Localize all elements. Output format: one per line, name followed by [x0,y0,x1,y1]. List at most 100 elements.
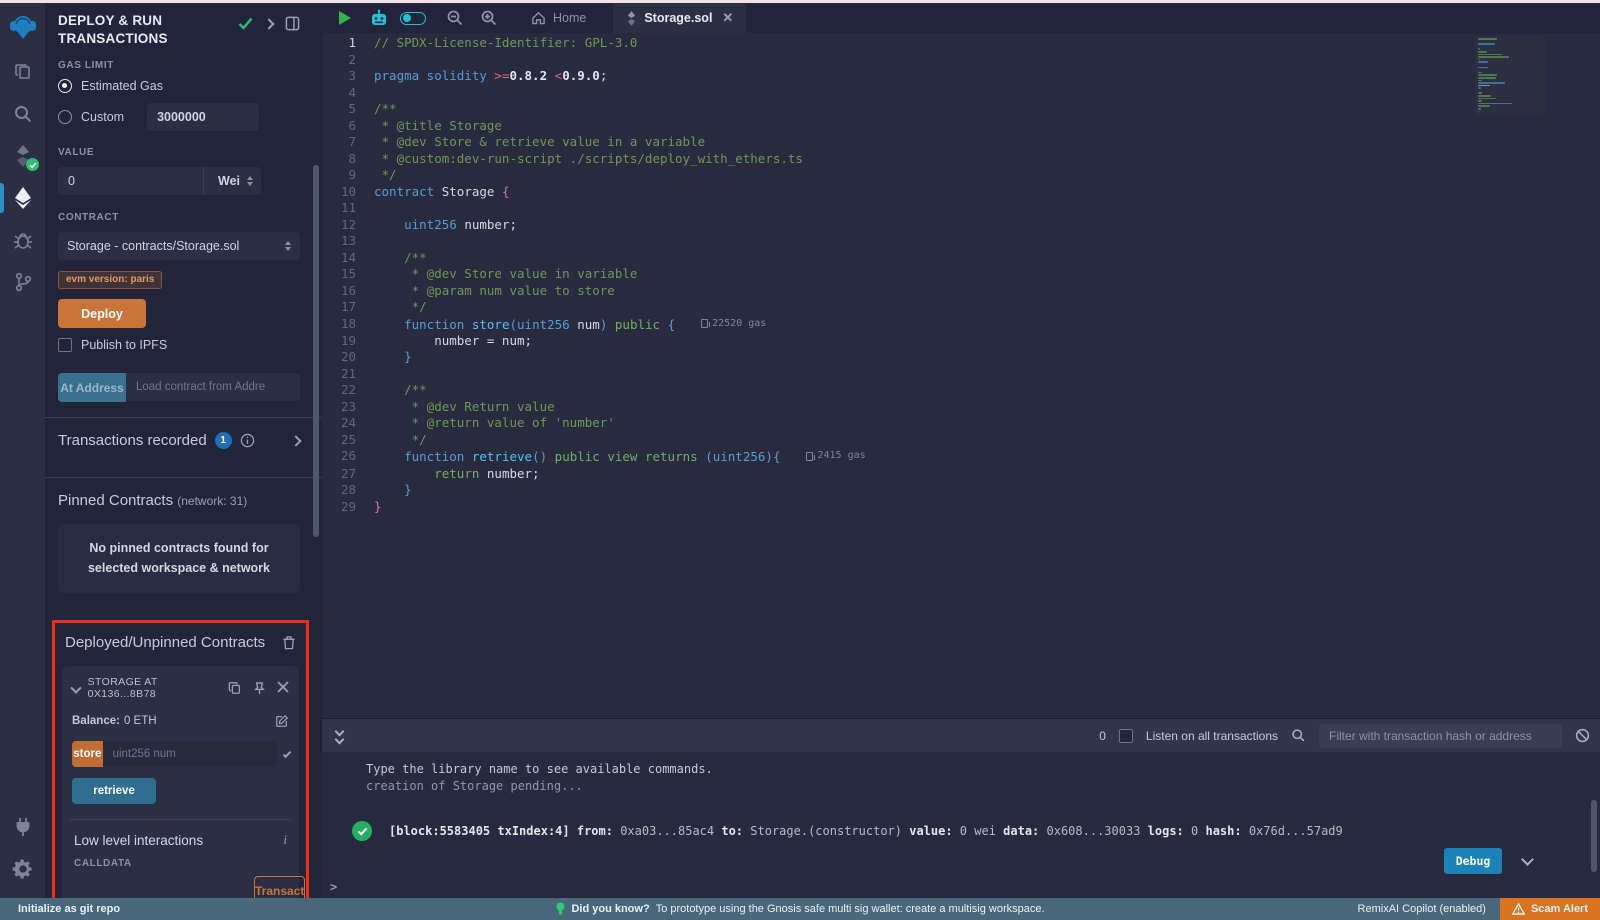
copilot-toggle[interactable] [396,3,430,33]
tab-home[interactable]: Home [518,3,599,33]
zoom-in-button[interactable] [472,3,506,33]
tab-bar: Home Storage.sol ✕ [322,3,1600,33]
debug-button[interactable]: Debug [1444,848,1502,874]
scam-alert-button[interactable]: Scam Alert [1500,898,1600,920]
collapse-icon[interactable] [70,683,81,694]
panel-scrollbar[interactable] [313,165,319,537]
code-line[interactable]: 12 uint256 number; [322,217,1600,234]
code-line[interactable]: 26 function retrieve() public view retur… [322,448,1600,465]
minimap-line [1478,111,1479,113]
code-line[interactable]: 2 [322,52,1600,69]
terminal-search-icon[interactable] [1291,728,1306,743]
store-arg-input[interactable] [103,741,277,767]
tab-storage-sol[interactable]: Storage.sol ✕ [613,3,746,33]
debugger-icon[interactable] [0,219,45,261]
info-icon[interactable]: i [283,832,287,848]
store-function-button[interactable]: store [72,741,103,767]
terminal-collapse-icon[interactable] [336,728,343,743]
terminal-scrollbar[interactable] [1591,800,1597,872]
ai-copilot-robot-icon[interactable] [362,3,396,33]
custom-gas-input[interactable] [147,103,259,131]
transaction-log-row[interactable]: [block:5583405 txIndex:4] from: 0xa03...… [352,821,1600,841]
value-label: VALUE [58,147,300,158]
value-unit-select[interactable]: Wei [203,167,261,195]
code-line[interactable]: 27 return number; [322,466,1600,483]
panel-expand-icon[interactable] [263,18,274,29]
code-line[interactable]: 18 function store(uint256 num) public {2… [322,316,1600,333]
code-line[interactable]: 28 } [322,482,1600,499]
code-line[interactable]: 3pragma solidity >=0.8.2 <0.9.0; [322,68,1600,85]
terminal-filter-input[interactable] [1319,724,1562,748]
code-line[interactable]: 23 * @dev Return value [322,399,1600,416]
search-icon[interactable] [0,93,45,135]
code-area[interactable]: 1// SPDX-License-Identifier: GPL-3.023pr… [322,33,1600,515]
listen-checkbox[interactable] [1119,729,1133,743]
trash-icon[interactable] [282,635,296,650]
code-line[interactable]: 29} [322,499,1600,516]
code-line[interactable]: 22 /** [322,382,1600,399]
chevron-right-icon[interactable] [290,435,301,446]
panel-layout-icon[interactable] [285,16,300,31]
code-line[interactable]: 21 [322,366,1600,383]
code-line[interactable]: 16 * @param num value to store [322,283,1600,300]
code-line[interactable]: 17 */ [322,299,1600,316]
code-editor[interactable]: 1// SPDX-License-Identifier: GPL-3.023pr… [322,33,1600,718]
code-line[interactable]: 19 number = num; [322,333,1600,350]
radio-selected[interactable] [58,79,72,93]
tx-count-badge: 1 [215,432,232,449]
code-line[interactable]: 20 } [322,349,1600,366]
line-number: 9 [322,167,374,184]
tx-expand-icon[interactable] [1521,853,1534,866]
code-line[interactable]: 25 */ [322,432,1600,449]
pin-icon[interactable] [253,681,266,695]
deployed-contracts-title: Deployed/Unpinned Contracts [65,634,265,651]
code-line[interactable]: 24 * @return value of 'number' [322,415,1600,432]
edit-icon[interactable] [275,714,289,728]
deploy-button[interactable]: Deploy [58,299,146,328]
code-line[interactable]: 15 * @dev Store value in variable [322,266,1600,283]
transactions-recorded-row[interactable]: Transactions recorded 1 [58,418,300,462]
radio-unselected[interactable] [58,110,72,124]
estimated-gas-radio[interactable]: Estimated Gas [58,79,300,93]
code-line[interactable]: 10contract Storage { [322,184,1600,201]
git-icon[interactable] [0,261,45,303]
code-line[interactable]: 6 * @title Storage [322,118,1600,135]
deploy-run-icon[interactable] [0,177,45,219]
publish-ipfs-checkbox[interactable]: Publish to IPFS [58,338,300,352]
at-address-input[interactable] [126,373,300,401]
close-icon[interactable] [277,681,289,695]
expand-args-icon[interactable] [282,750,291,759]
solidity-compiler-icon[interactable] [0,135,45,177]
file-explorer-icon[interactable] [0,51,45,93]
retrieve-function-button[interactable]: retrieve [72,778,156,804]
remix-logo-icon[interactable] [0,3,45,51]
clear-console-icon[interactable] [1575,728,1590,743]
run-script-button[interactable] [328,3,362,33]
custom-gas-radio[interactable]: Custom [58,110,124,124]
code-line[interactable]: 8 * @custom:dev-run-script ./scripts/dep… [322,151,1600,168]
settings-gear-icon[interactable] [0,848,45,890]
at-address-button[interactable]: At Address [58,373,126,402]
code-line[interactable]: 13 [322,233,1600,250]
plugin-manager-icon[interactable] [0,806,45,848]
code-line[interactable]: 5/** [322,101,1600,118]
git-init-button[interactable]: Initialize as git repo [18,903,120,915]
code-line[interactable]: 14 /** [322,250,1600,267]
code-line[interactable]: 11 [322,200,1600,217]
value-input[interactable] [58,167,203,195]
minimap[interactable] [1475,36,1545,115]
minimap-line [1478,85,1490,87]
code-line[interactable]: 9 */ [322,167,1600,184]
code-line[interactable]: 7 * @dev Store & retrieve value in a var… [322,134,1600,151]
info-icon[interactable] [240,433,255,448]
copilot-status[interactable]: RemixAI Copilot (enabled) [1358,903,1486,915]
contract-select[interactable]: Storage - contracts/Storage.sol [58,232,300,260]
close-tab-icon[interactable]: ✕ [722,10,733,26]
terminal-prompt[interactable]: > [330,880,337,894]
checkbox-icon[interactable] [58,338,72,352]
zoom-out-button[interactable] [438,3,472,33]
code-line[interactable]: 4 [322,85,1600,102]
terminal[interactable]: Type the library name to see available c… [322,752,1600,898]
copy-icon[interactable] [228,681,242,695]
code-line[interactable]: 1// SPDX-License-Identifier: GPL-3.0 [322,35,1600,52]
